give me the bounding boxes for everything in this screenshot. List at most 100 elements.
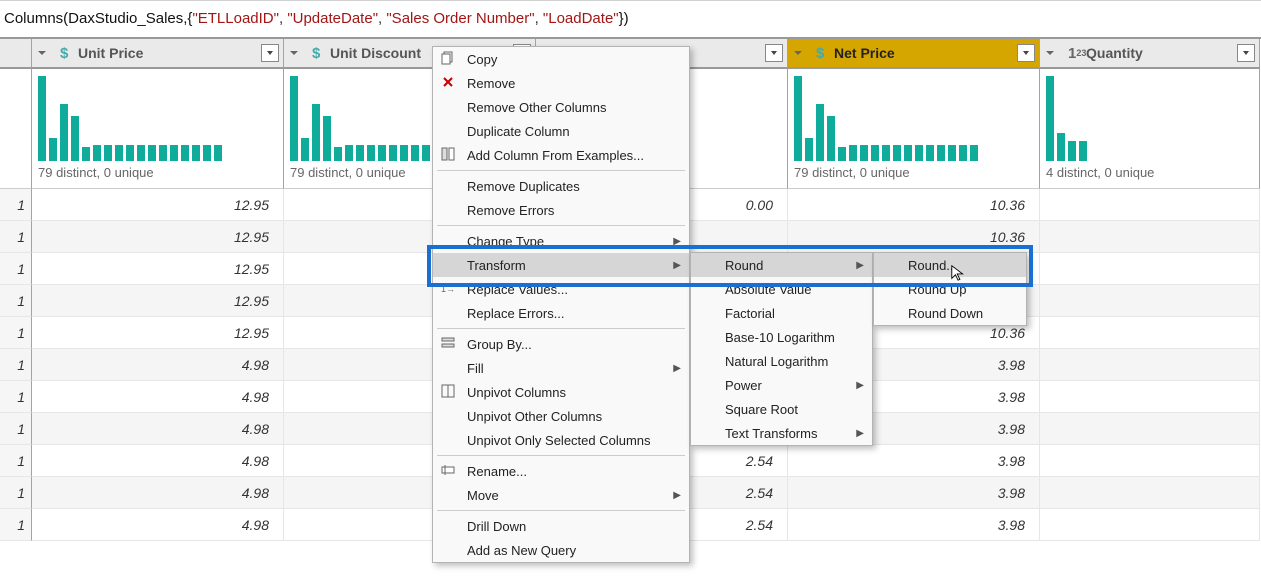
menu-item-rename[interactable]: Rename... [433, 459, 689, 483]
row-number[interactable]: 1 [0, 413, 32, 445]
row-number[interactable]: 1 [0, 317, 32, 349]
menu-item-label: Remove [467, 76, 515, 91]
cell[interactable]: 10.36 [788, 221, 1040, 253]
menu-item-add-column-from-examples[interactable]: Add Column From Examples... [433, 143, 689, 167]
menu-item-remove-duplicates[interactable]: Remove Duplicates [433, 174, 689, 198]
distinct-text: 4 distinct, 0 unique [1046, 161, 1253, 180]
cell[interactable]: 4.98 [32, 477, 284, 509]
menu-item-group-by[interactable]: Group By... [433, 332, 689, 356]
menu-item-replace-errors[interactable]: Replace Errors... [433, 301, 689, 325]
row-number[interactable]: 1 [0, 285, 32, 317]
menu-item-copy[interactable]: Copy [433, 47, 689, 71]
menu-item-label: Change Type [467, 234, 544, 249]
unpivot-icon [441, 384, 457, 400]
column-dropdown[interactable] [1017, 44, 1035, 62]
row-number[interactable]: 1 [0, 445, 32, 477]
filter-icon[interactable] [34, 45, 50, 61]
column-header-net-price[interactable]: $Net Price [788, 39, 1040, 69]
column-header-unit-price[interactable]: $Unit Price [32, 39, 284, 69]
menu-item-label: Transform [467, 258, 526, 273]
menu-item-unpivot-columns[interactable]: Unpivot Columns [433, 380, 689, 404]
cell[interactable] [1040, 413, 1260, 445]
cell[interactable]: 12.95 [32, 317, 284, 349]
menu-item-round-up[interactable]: Round Up [874, 277, 1026, 301]
row-number[interactable]: 1 [0, 253, 32, 285]
submenu-indicator-icon: ▶ [856, 380, 864, 391]
cell[interactable] [1040, 221, 1260, 253]
cell[interactable] [1040, 445, 1260, 477]
menu-item-change-type[interactable]: Change Type ▶ [433, 229, 689, 253]
menu-item-round[interactable]: Round... [874, 253, 1026, 277]
menu-item-label: Round Up [908, 282, 967, 297]
cell[interactable]: 4.98 [32, 509, 284, 541]
menu-item-round-down[interactable]: Round Down [874, 301, 1026, 325]
menu-item-move[interactable]: Move▶ [433, 483, 689, 507]
menu-item-remove-errors[interactable]: Remove Errors [433, 198, 689, 222]
submenu-indicator-icon: ▶ [673, 236, 681, 247]
menu-item-transform[interactable]: Transform▶ [433, 253, 689, 277]
menu-item-remove-other-columns[interactable]: Remove Other Columns [433, 95, 689, 119]
menu-item-duplicate-column[interactable]: Duplicate Column [433, 119, 689, 143]
menu-item-square-root[interactable]: Square Root [691, 397, 872, 421]
menu-item-add-as-new-query[interactable]: Add as New Query [433, 538, 689, 562]
cell[interactable]: 3.98 [788, 445, 1040, 477]
cell[interactable]: 12.95 [32, 221, 284, 253]
cell[interactable]: 4.98 [32, 413, 284, 445]
column-header-quantity[interactable]: 123Quantity [1040, 39, 1260, 69]
menu-item-replace-values[interactable]: 1→2Replace Values... [433, 277, 689, 301]
cell[interactable]: 3.98 [788, 477, 1040, 509]
column-dropdown[interactable] [261, 44, 279, 62]
column-context-menu[interactable]: Copy Remove Remove Other Columns Duplicate … [432, 46, 690, 563]
cell[interactable] [1040, 381, 1260, 413]
menu-item-fill[interactable]: Fill▶ [433, 356, 689, 380]
formula-bar[interactable]: Columns(DaxStudio_Sales,{"ETLLoadID", "U… [0, 0, 1261, 37]
cell[interactable] [1040, 189, 1260, 221]
transform-submenu[interactable]: Round▶Absolute ValueFactorialBase-10 Log… [690, 252, 873, 446]
cell[interactable]: 4.98 [32, 381, 284, 413]
cell[interactable] [1040, 285, 1260, 317]
menu-item-label: Copy [467, 52, 497, 67]
menu-item-text-transforms[interactable]: Text Transforms▶ [691, 421, 872, 445]
column-dropdown[interactable] [765, 44, 783, 62]
menu-item-label: Remove Other Columns [467, 100, 606, 115]
round-submenu[interactable]: Round... Round Up Round Down [873, 252, 1027, 326]
menu-item-unpivot-other-columns[interactable]: Unpivot Other Columns [433, 404, 689, 428]
menu-item-unpivot-only-selected-columns[interactable]: Unpivot Only Selected Columns [433, 428, 689, 452]
filter-icon[interactable] [790, 45, 806, 61]
row-number[interactable]: 1 [0, 509, 32, 541]
menu-item-factorial[interactable]: Factorial [691, 301, 872, 325]
menu-item-power[interactable]: Power▶ [691, 373, 872, 397]
filter-icon[interactable] [1042, 45, 1058, 61]
row-number[interactable]: 1 [0, 221, 32, 253]
submenu-indicator-icon: ▶ [856, 428, 864, 439]
cell[interactable]: 12.95 [32, 285, 284, 317]
row-number[interactable]: 1 [0, 189, 32, 221]
cell[interactable] [1040, 477, 1260, 509]
cell[interactable]: 12.95 [32, 189, 284, 221]
cell[interactable] [1040, 253, 1260, 285]
cell[interactable]: 4.98 [32, 349, 284, 381]
cell[interactable] [1040, 317, 1260, 349]
column-name: Net Price [832, 45, 1017, 61]
cell[interactable]: 12.95 [32, 253, 284, 285]
column-dropdown[interactable] [1237, 44, 1255, 62]
menu-item-absolute-value[interactable]: Absolute Value [691, 277, 872, 301]
menu-item-natural-logarithm[interactable]: Natural Logarithm [691, 349, 872, 373]
cell[interactable] [1040, 509, 1260, 541]
cell[interactable]: 10.36 [788, 189, 1040, 221]
column-profile: 79 distinct, 0 unique [32, 69, 284, 189]
filter-icon[interactable] [286, 45, 302, 61]
cell[interactable]: 4.98 [32, 445, 284, 477]
menu-item-base-10-logarithm[interactable]: Base-10 Logarithm [691, 325, 872, 349]
menu-item-label: Replace Values... [467, 282, 568, 297]
menu-item-round[interactable]: Round▶ [691, 253, 872, 277]
menu-item-drill-down[interactable]: Drill Down [433, 514, 689, 538]
menu-item-remove[interactable]: Remove [433, 71, 689, 95]
cell[interactable] [1040, 349, 1260, 381]
group-icon [441, 336, 457, 352]
row-number[interactable]: 1 [0, 381, 32, 413]
row-number[interactable]: 1 [0, 349, 32, 381]
remove-icon [441, 75, 457, 91]
cell[interactable]: 3.98 [788, 509, 1040, 541]
row-number[interactable]: 1 [0, 477, 32, 509]
